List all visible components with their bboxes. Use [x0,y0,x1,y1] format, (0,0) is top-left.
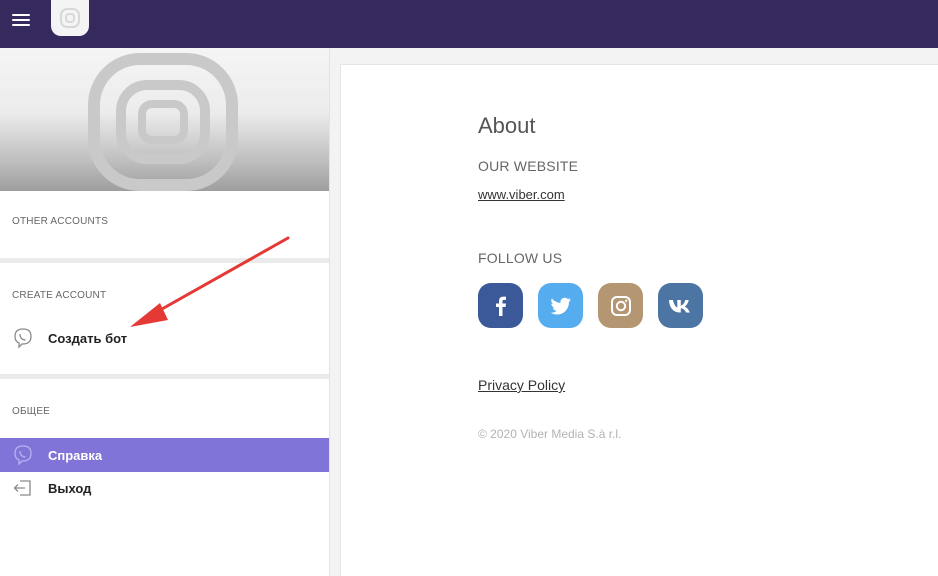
follow-title: FOLLOW US [478,250,563,266]
privacy-policy-link[interactable]: Privacy Policy [478,377,565,393]
instagram-icon [610,295,631,316]
logout-icon [11,477,35,499]
vk-icon [668,299,690,312]
twitter-button[interactable] [538,283,583,328]
vk-button[interactable] [658,283,703,328]
viber-icon [11,327,35,349]
divider [0,374,329,379]
help-label: Справка [48,447,103,463]
top-bar [0,0,938,48]
website-title: OUR WEBSITE [478,158,579,174]
viber-placeholder-icon [88,53,238,191]
account-avatar[interactable] [51,0,89,36]
general-title: ОБЩЕЕ [12,406,51,417]
logout-label: Выход [48,480,92,496]
profile-cover [0,48,329,191]
create-bot-label: Создать бот [48,330,128,346]
about-title: About [478,113,536,138]
other-accounts-title: OTHER ACCOUNTS [12,216,109,227]
help-item[interactable]: Справка [0,438,329,472]
annotation-arrow-icon [130,236,290,327]
copyright-text: © 2020 Viber Media S.à r.l. [478,427,622,441]
instagram-button[interactable] [598,283,643,328]
facebook-icon [495,296,506,316]
create-account-title: CREATE ACCOUNT [12,290,107,301]
about-panel: About OUR WEBSITE www.viber.com FOLLOW U… [340,64,938,576]
facebook-button[interactable] [478,283,523,328]
viber-logo-icon [60,8,80,28]
logout-item[interactable]: Выход [0,471,329,505]
hamburger-menu-icon[interactable] [12,12,32,28]
website-link[interactable]: www.viber.com [478,187,565,202]
viber-icon [11,444,35,466]
twitter-icon [550,297,571,314]
